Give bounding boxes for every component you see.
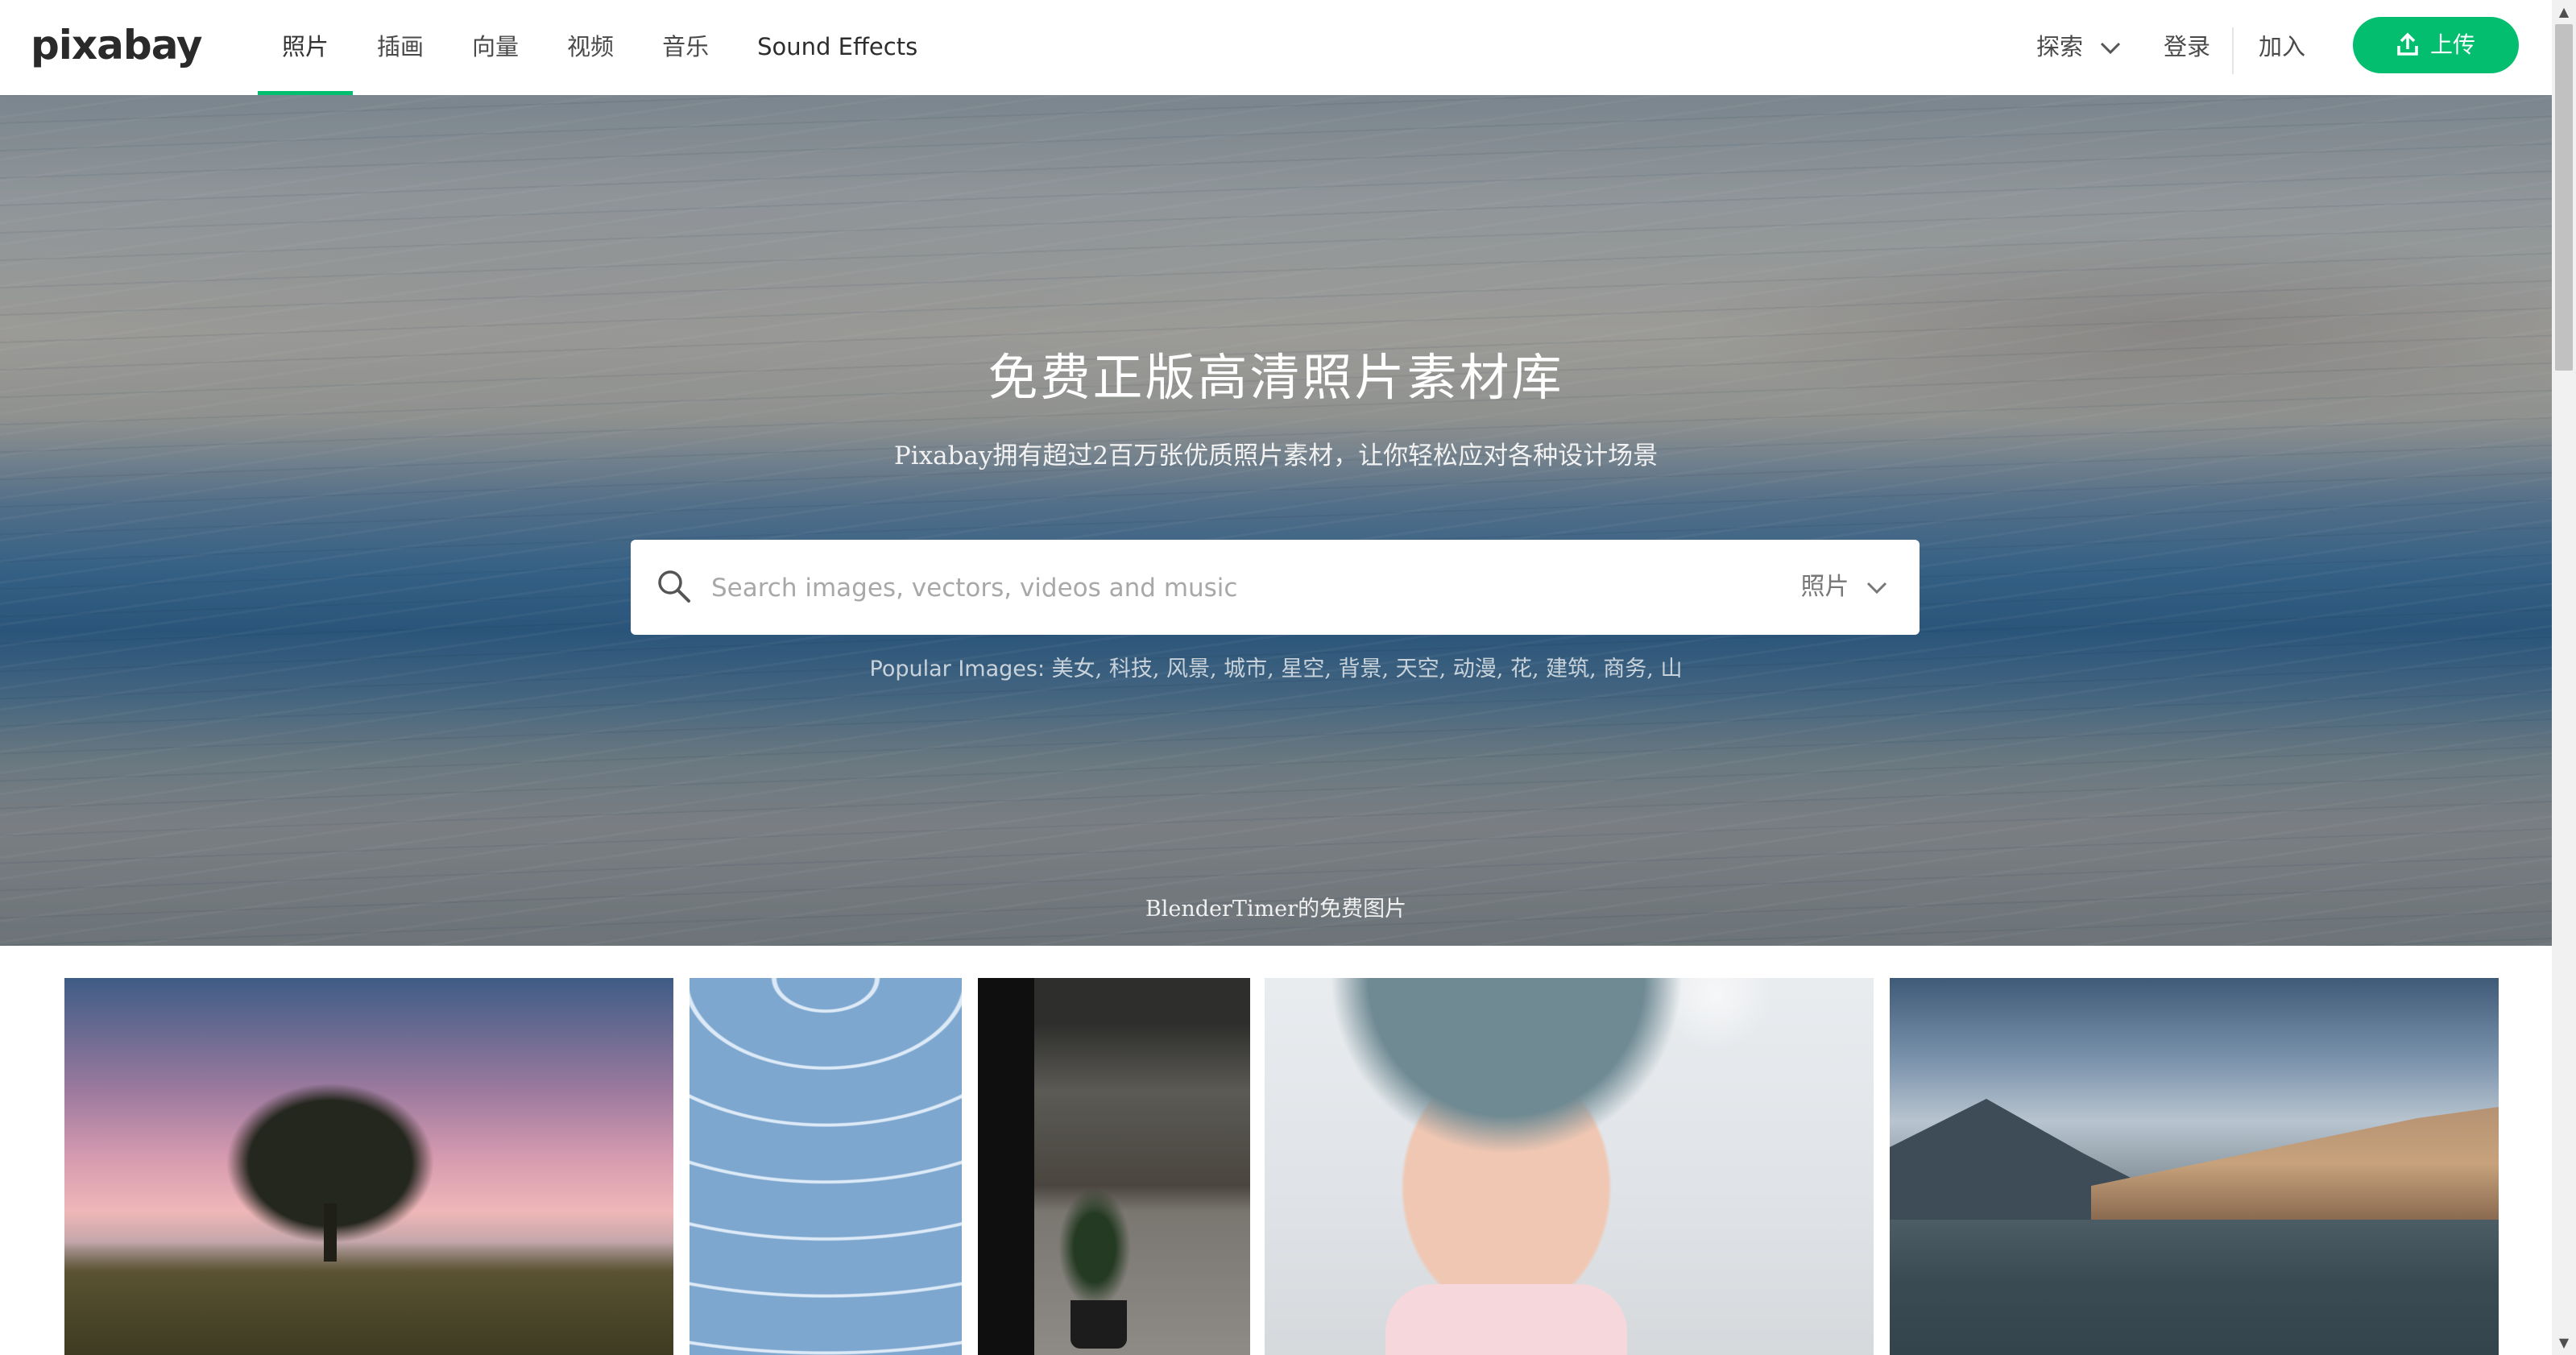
scroll-up-icon[interactable]: ▲ [2552, 0, 2576, 24]
nav-vectors[interactable]: 向量 [448, 0, 543, 95]
header-divider [2232, 27, 2234, 74]
pot-shape [1071, 1300, 1127, 1349]
scrollbar-thumb[interactable] [2555, 24, 2573, 371]
popular-label: Popular Images: [869, 657, 1046, 682]
popular-searches: Popular Images: 美女, 科技, 风景, 城市, 星空, 背景, … [0, 651, 2552, 682]
page-scrollbar[interactable]: ▲ ▼ [2552, 0, 2576, 1355]
search-bar: 照片 [631, 540, 1920, 635]
scroll-down-icon[interactable]: ▼ [2552, 1331, 2576, 1355]
nav-illustrations[interactable]: 插画 [353, 0, 448, 95]
upload-label: 上传 [2429, 31, 2475, 58]
popular-terms[interactable]: 美女, 科技, 风景, 城市, 星空, 背景, 天空, 动漫, 花, 建筑, 商… [1052, 657, 1683, 682]
explore-menu[interactable]: 探索 [2036, 0, 2121, 95]
town-shape [2091, 1107, 2499, 1220]
search-type-dropdown[interactable]: 照片 [1800, 540, 1887, 635]
photo-thumbnail-girl[interactable] [1265, 978, 1874, 1355]
shirt-shape [1385, 1284, 1627, 1355]
nav-sound-effects[interactable]: Sound Effects [733, 0, 942, 95]
chevron-down-icon [1866, 582, 1887, 595]
photo-thumbnail-spiderweb[interactable] [690, 978, 962, 1355]
plant-shape [1058, 1187, 1131, 1308]
hero-subtitle: Pixabay拥有超过2百万张优质照片素材，让你轻松应对各种设计场景 [893, 441, 1659, 470]
tree-trunk [324, 1204, 337, 1262]
nav-videos[interactable]: 视频 [543, 0, 638, 95]
nav-music[interactable]: 音乐 [638, 0, 733, 95]
pixabay-logo[interactable]: pixabay [31, 19, 203, 71]
login-link[interactable]: 登录 [2164, 0, 2210, 95]
hair-shape [1329, 978, 1684, 1155]
top-header: pixabay 照片 插画 向量 视频 音乐 Sound Effects 探索 … [0, 0, 2552, 96]
photo-thumbnail-tree[interactable] [64, 978, 673, 1355]
search-input[interactable] [710, 561, 1663, 615]
image-credit[interactable]: BlenderTimer的免费图片 [0, 891, 2552, 922]
hero-title: 免费正版高清照片素材库 [988, 348, 1564, 407]
upload-button[interactable]: 上传 [2353, 17, 2519, 73]
join-link[interactable]: 加入 [2259, 0, 2305, 95]
upload-icon [2397, 32, 2418, 56]
hero-banner: 免费正版高清照片素材库 Pixabay拥有超过2百万张优质照片素材，让你轻松应对… [0, 95, 2552, 946]
main-nav: 照片 插画 向量 视频 音乐 Sound Effects [258, 0, 942, 95]
search-icon[interactable] [655, 567, 692, 604]
explore-label: 探索 [2036, 33, 2084, 60]
nav-photos[interactable]: 照片 [258, 0, 354, 95]
photo-thumbnail-lake-town[interactable] [1890, 978, 2499, 1355]
photo-thumbnail-doorway[interactable] [978, 978, 1250, 1355]
chevron-down-icon [2101, 42, 2121, 55]
search-type-label: 照片 [1800, 573, 1849, 601]
